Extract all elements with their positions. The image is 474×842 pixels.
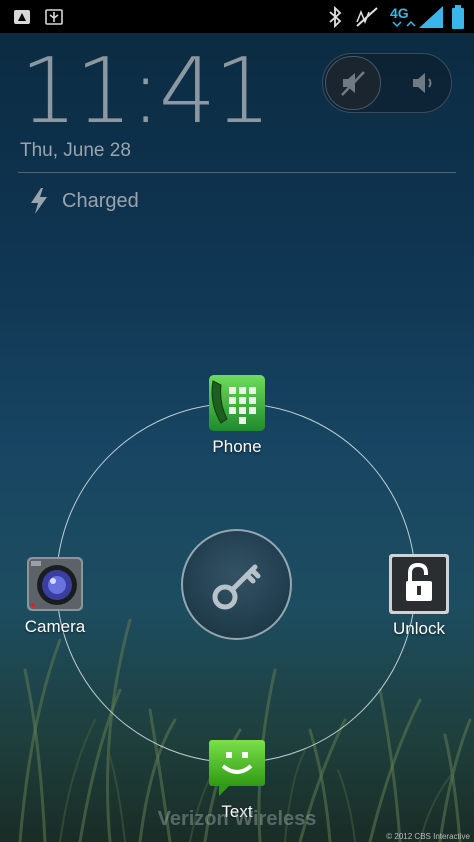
4g-lte-signal-icon: 4G bbox=[389, 0, 445, 33]
lockscreen-date: Thu, June 28 bbox=[20, 140, 131, 161]
vibrate-off-icon bbox=[355, 0, 379, 33]
lock-screen: 4G 11:41 Thu, June 28 Charged Phone Came… bbox=[0, 0, 474, 842]
bluetooth-icon bbox=[327, 0, 343, 33]
watermark: © 2012 CBS Interactive bbox=[386, 832, 470, 841]
target-camera[interactable]: Camera bbox=[10, 555, 100, 637]
target-phone[interactable]: Phone bbox=[198, 373, 276, 457]
speaker-muted-icon bbox=[341, 71, 365, 96]
phone-app-icon bbox=[209, 375, 265, 431]
charge-status-label: Charged bbox=[62, 189, 139, 212]
battery-icon bbox=[452, 0, 464, 33]
padlock-open-icon bbox=[389, 554, 449, 614]
target-unlock[interactable]: Unlock bbox=[380, 553, 458, 639]
lightning-bolt-icon bbox=[31, 188, 47, 214]
mute-button[interactable] bbox=[325, 56, 381, 110]
usb-icon bbox=[44, 0, 64, 33]
carrier-label: Verizon Wireless bbox=[157, 808, 317, 830]
target-unlock-label: Unlock bbox=[393, 619, 445, 638]
key-icon bbox=[212, 564, 260, 609]
lockscreen-clock: 11:41 bbox=[20, 39, 271, 144]
target-camera-label: Camera bbox=[24, 617, 86, 636]
target-phone-label: Phone bbox=[212, 437, 262, 456]
divider bbox=[18, 172, 456, 173]
sound-mode-toggle[interactable] bbox=[322, 53, 452, 113]
unlock-handle[interactable] bbox=[181, 529, 292, 640]
speaker-icon bbox=[413, 73, 432, 93]
camera-app-icon bbox=[27, 557, 83, 611]
sound-on-button[interactable] bbox=[395, 56, 451, 110]
messaging-app-icon bbox=[209, 740, 265, 796]
network-type-label: 4G bbox=[390, 5, 409, 21]
usb-debug-icon bbox=[12, 0, 32, 33]
charge-status: Charged bbox=[28, 186, 139, 216]
status-bar: 4G bbox=[0, 0, 474, 33]
